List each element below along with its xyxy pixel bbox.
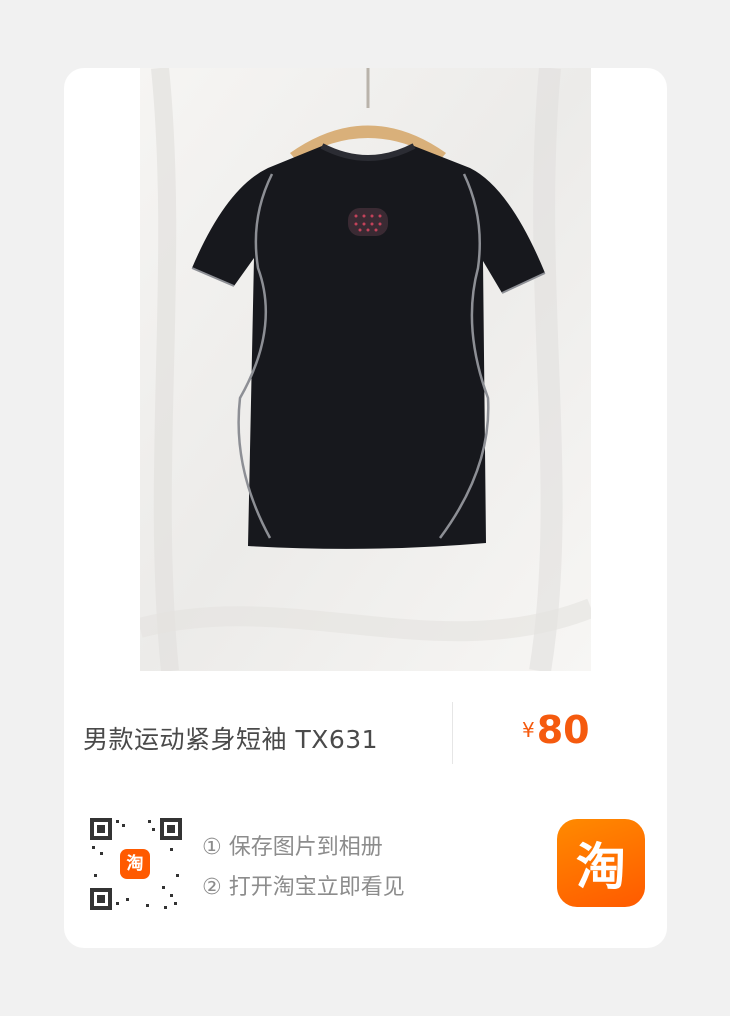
step-open-taobao: ② 打开淘宝立即看见: [202, 875, 405, 900]
qr-center-logo: 淘: [126, 854, 144, 874]
currency-symbol: ¥: [522, 718, 535, 742]
instructions: ① 保存图片到相册 ② 打开淘宝立即看见: [202, 828, 405, 908]
product-image[interactable]: [140, 68, 591, 671]
divider: [452, 702, 453, 764]
share-card: 男款运动紧身短袖 TX631 ¥80 淘 ① 保存图片到相册 ② 打开淘宝立即看…: [64, 68, 667, 948]
taobao-logo-text: 淘: [576, 838, 626, 896]
price-value: 80: [536, 708, 590, 752]
tshirt-photo: [140, 68, 591, 671]
step-save-image: ① 保存图片到相册: [202, 835, 383, 860]
product-title: 男款运动紧身短袖 TX631: [83, 725, 379, 754]
taobao-logo-icon[interactable]: 淘: [557, 819, 645, 907]
product-price: ¥80: [522, 708, 590, 752]
qr-code[interactable]: 淘: [86, 814, 186, 914]
